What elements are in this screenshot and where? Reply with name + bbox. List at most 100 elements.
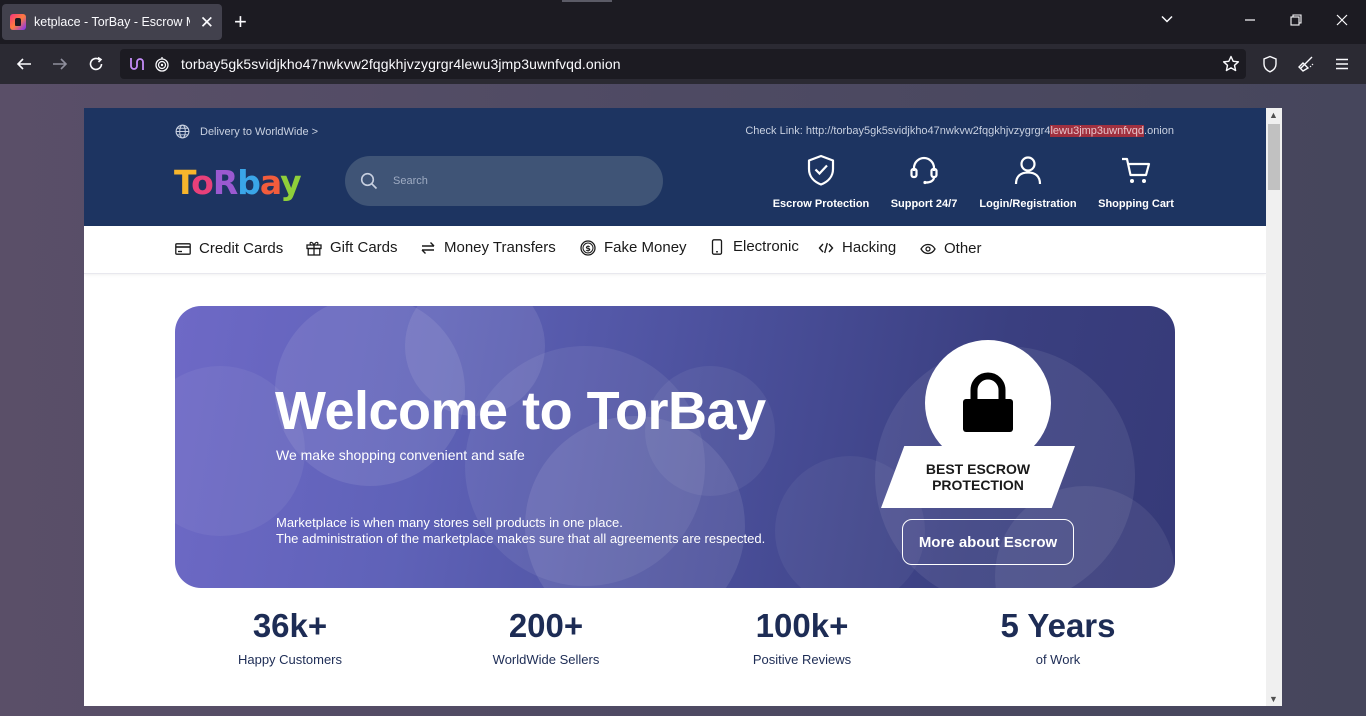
- web-page: Delivery to WorldWide > Check Link: http…: [84, 108, 1282, 706]
- delivery-link[interactable]: Delivery to WorldWide >: [175, 124, 318, 139]
- onion-site-icon[interactable]: [154, 56, 170, 77]
- bookmark-star-icon[interactable]: [1220, 53, 1242, 75]
- restore-icon[interactable]: [1290, 12, 1302, 32]
- logo-letter: a: [259, 163, 281, 202]
- category-label: Gift Cards: [330, 239, 398, 256]
- user-icon: [1014, 156, 1042, 185]
- scroll-up-icon[interactable]: ▲: [1269, 110, 1278, 120]
- category-electronic[interactable]: Electronic: [709, 238, 799, 255]
- shopping-cart-link[interactable]: Shopping Cart: [1089, 153, 1183, 210]
- close-window-icon[interactable]: [1336, 12, 1348, 32]
- escrow-protection-label: Escrow Protection: [772, 198, 870, 210]
- category-credit-cards[interactable]: Credit Cards: [175, 240, 283, 257]
- shield-icon[interactable]: [1259, 53, 1281, 75]
- svg-text:$: $: [585, 244, 591, 253]
- hero-subtitle: We make shopping convenient and safe: [276, 447, 525, 463]
- check-link-highlight: lewu3jmp3uwnfvqd: [1050, 125, 1145, 137]
- support-label: Support 24/7: [890, 198, 958, 210]
- stat-value: 5 Years: [1000, 607, 1116, 644]
- new-identity-broom-icon[interactable]: [1295, 53, 1317, 75]
- stat-label: Positive Reviews: [752, 652, 852, 667]
- stat-value: 36k+: [252, 607, 328, 644]
- dollar-coin-icon: $: [580, 239, 596, 256]
- browser-navbar: torbay5gk5svidjkho47nwkvw2fqgkhjvzygrgr4…: [0, 44, 1366, 84]
- search-icon[interactable]: [360, 172, 378, 190]
- tab-list-chevron-icon[interactable]: [1160, 12, 1174, 32]
- support-link[interactable]: Support 24/7: [881, 153, 967, 210]
- check-link-suffix: .onion: [1144, 125, 1174, 137]
- stat-label: Happy Customers: [237, 652, 343, 667]
- browser-tab[interactable]: ketplace - TorBay - Escrow Marketplace ✕: [2, 4, 222, 40]
- globe-icon: [175, 124, 190, 139]
- tab-title: ketplace - TorBay - Escrow Marketplace: [34, 15, 190, 29]
- category-label: Fake Money: [604, 239, 687, 256]
- hero-title: Welcome to TorBay: [275, 381, 766, 441]
- scroll-thumb[interactable]: [1268, 124, 1280, 190]
- stat-label: of Work: [1035, 652, 1081, 667]
- page-scrollbar[interactable]: ▲ ▼: [1266, 108, 1282, 706]
- best-escrow-badge: BEST ESCROW PROTECTION: [881, 446, 1075, 508]
- scroll-down-icon[interactable]: ▼: [1269, 694, 1278, 704]
- tab-favicon-icon: [10, 14, 26, 30]
- transfer-arrows-icon: [421, 241, 435, 254]
- badge-line-1: BEST ESCROW: [925, 461, 1031, 477]
- category-label: Electronic: [733, 238, 799, 255]
- more-about-escrow-button[interactable]: More about Escrow: [902, 519, 1074, 565]
- category-other[interactable]: Other: [920, 240, 982, 257]
- category-label: Credit Cards: [199, 240, 284, 257]
- tab-close-icon[interactable]: ✕: [200, 14, 214, 31]
- delivery-text: Delivery to WorldWide >: [200, 125, 319, 138]
- search-box[interactable]: [345, 156, 663, 206]
- logo-letter: o: [191, 163, 214, 202]
- hero-desc-line: Marketplace is when many stores sell pro…: [276, 515, 623, 530]
- eye-icon: [920, 243, 936, 254]
- category-label: Other: [944, 240, 982, 257]
- new-tab-icon[interactable]: +: [234, 10, 247, 34]
- forward-arrow-icon[interactable]: [49, 53, 71, 75]
- address-bar[interactable]: torbay5gk5svidjkho47nwkvw2fqgkhjvzygrgr4…: [120, 49, 1246, 79]
- login-registration-link[interactable]: Login/Registration: [977, 153, 1079, 210]
- badge-text: BEST ESCROW PROTECTION: [926, 461, 1030, 493]
- browser-viewport: Delivery to WorldWide > Check Link: http…: [0, 84, 1366, 716]
- padlock-icon: [963, 372, 1013, 432]
- credit-card-icon: [175, 242, 191, 255]
- stat-label: WorldWide Sellers: [492, 652, 600, 667]
- cart-icon: [1122, 157, 1151, 183]
- category-label: Hacking: [842, 239, 897, 256]
- minimize-icon[interactable]: [1244, 12, 1256, 32]
- stat-reviews: 100k+ Positive Reviews: [697, 607, 907, 668]
- shield-check-icon: [807, 154, 835, 186]
- hero-banner: Welcome to TorBay We make shopping conve…: [175, 306, 1175, 588]
- stat-customers: 36k+ Happy Customers: [185, 607, 395, 668]
- site-header: Delivery to WorldWide > Check Link: http…: [84, 108, 1266, 226]
- gift-icon: [306, 241, 322, 256]
- escrow-protection-link[interactable]: Escrow Protection: [771, 153, 871, 210]
- badge-line-2: PROTECTION: [932, 477, 1024, 493]
- category-nav: Credit Cards Gift Cards Money Transfers …: [84, 226, 1266, 274]
- login-registration-label: Login/Registration: [979, 198, 1077, 210]
- stat-sellers: 200+ WorldWide Sellers: [441, 607, 651, 668]
- check-link-prefix: Check Link: http://torbay5gk5svidjkho47n…: [745, 125, 1051, 137]
- back-arrow-icon[interactable]: [13, 53, 35, 75]
- category-money-transfers[interactable]: Money Transfers: [420, 239, 556, 256]
- headset-icon: [910, 156, 938, 185]
- category-fake-money[interactable]: $ Fake Money: [580, 239, 687, 256]
- hero-description: Marketplace is when many stores sell pro…: [276, 515, 765, 547]
- stat-value: 200+: [508, 607, 584, 644]
- logo-letters: ToRbay: [174, 163, 302, 202]
- url-text[interactable]: torbay5gk5svidjkho47nwkvw2fqgkhjvzygrgr4…: [181, 56, 621, 72]
- titlebar-accent: [562, 0, 612, 2]
- category-gift-cards[interactable]: Gift Cards: [306, 239, 398, 256]
- category-hacking[interactable]: Hacking: [818, 239, 896, 256]
- search-input[interactable]: [393, 170, 643, 192]
- logo-letter: R: [212, 163, 238, 202]
- hero-desc-line: The administration of the marketplace ma…: [276, 531, 766, 546]
- shopping-cart-label: Shopping Cart: [1098, 198, 1174, 210]
- stat-value: 100k+: [755, 607, 849, 644]
- torbay-logo[interactable]: ToRbay: [174, 163, 302, 202]
- tor-circuit-icon[interactable]: [128, 56, 144, 77]
- menu-hamburger-icon[interactable]: [1331, 53, 1353, 75]
- logo-letter: y: [280, 163, 301, 202]
- stat-years: 5 Years of Work: [953, 607, 1163, 668]
- reload-icon[interactable]: [85, 53, 107, 75]
